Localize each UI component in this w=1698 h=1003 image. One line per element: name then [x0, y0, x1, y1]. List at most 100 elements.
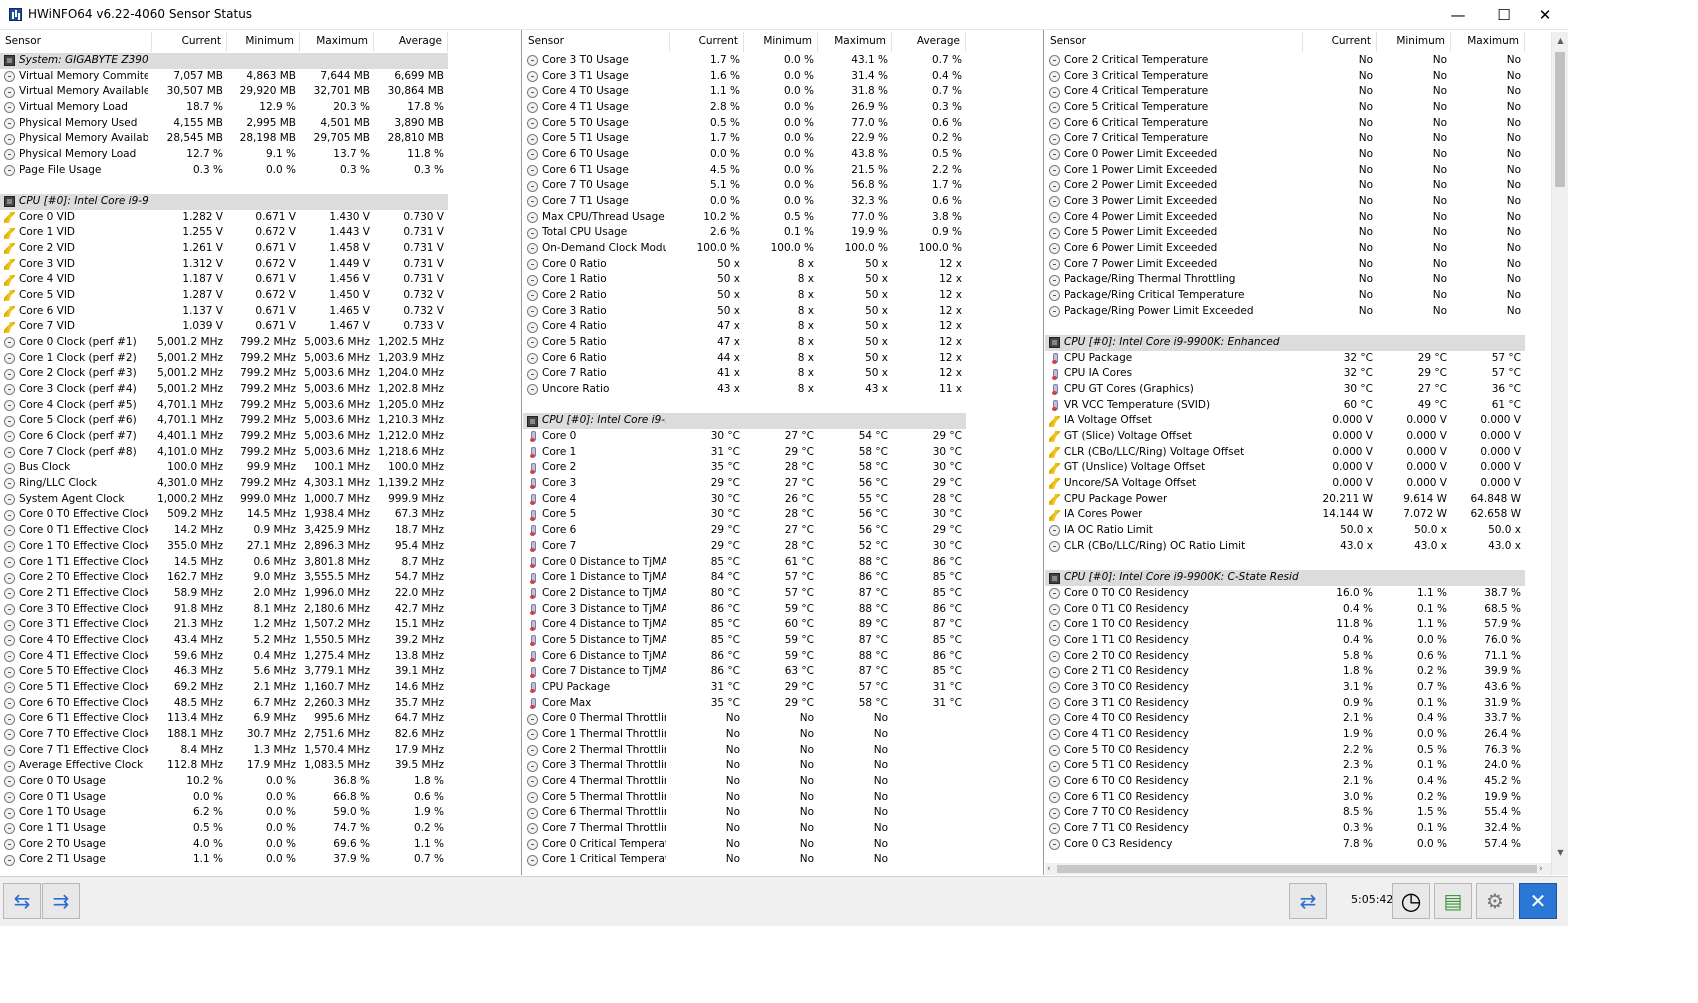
sensor-row[interactable]: Core 0 Thermal Throttling No No No — [523, 711, 1043, 727]
sensor-row[interactable]: Core 4 T0 C0 Residency 2.1 % 0.4 % 33.7 % — [1045, 711, 1568, 727]
column-minimum[interactable]: Minimum — [1377, 32, 1451, 52]
sensor-row[interactable]: Core 0 C3 Residency 7.8 % 0.0 % 57.4 % — [1045, 837, 1568, 853]
sensor-group-header[interactable]: CPU [#0]: Intel Core i9-9... — [0, 194, 521, 210]
sensor-row[interactable]: Core 3 T1 C0 Residency 0.9 % 0.1 % 31.9 % — [1045, 696, 1568, 712]
sensor-row[interactable]: Core 0 T0 Effective Clock 509.2 MHz 14.5 M… — [0, 507, 521, 523]
column-sensor[interactable]: Sensor — [1045, 32, 1303, 52]
sensor-group-header[interactable]: System: GIGABYTE Z390 ... — [0, 53, 521, 69]
sensor-row[interactable]: Core 4 Critical Temperature No No No — [1045, 84, 1568, 100]
column-current[interactable]: Current — [670, 32, 744, 52]
sensor-row[interactable]: Core 2 T0 Effective Clock 162.7 MHz 9.0 MH… — [0, 570, 521, 586]
sensor-row[interactable]: Core 6 29 °C 27 °C 56 °C 29 °C — [523, 523, 1043, 539]
scroll-left-arrow-icon[interactable]: ‹ — [1047, 863, 1051, 875]
sensor-row[interactable]: Core 4 T1 C0 Residency 1.9 % 0.0 % 26.4 % — [1045, 727, 1568, 743]
maximize-button[interactable]: ☐ — [1481, 0, 1527, 30]
sensor-row[interactable]: Core 4 T1 Usage 2.8 % 0.0 % 26.9 % 0.3 % — [523, 100, 1043, 116]
previous-page-button[interactable]: ⇆ — [3, 883, 41, 919]
sensor-row[interactable]: VR VCC Temperature (SVID) 60 °C 49 °C 61 °C — [1045, 398, 1568, 414]
sensor-row[interactable]: Core 4 T1 Effective Clock 59.6 MHz 0.4 MHz… — [0, 649, 521, 665]
sensor-row[interactable]: Core 7 T0 Usage 5.1 % 0.0 % 56.8 % 1.7 % — [523, 178, 1043, 194]
sensor-row[interactable]: Core 4 VID 1.187 V 0.671 V 1.456 V 0.731 V — [0, 272, 521, 288]
sensor-row[interactable]: Core 5 Distance to TjMAX 85 °C 59 °C 87 °C 8… — [523, 633, 1043, 649]
sensor-row[interactable]: Core 3 T1 Effective Clock 21.3 MHz 1.2 MHz… — [0, 617, 521, 633]
sensor-row[interactable]: Core 6 Distance to TjMAX 86 °C 59 °C 88 °C 8… — [523, 649, 1043, 665]
sensor-row[interactable]: Core 5 T1 C0 Residency 2.3 % 0.1 % 24.0 % — [1045, 758, 1568, 774]
sensor-row[interactable]: Core 7 VID 1.039 V 0.671 V 1.467 V 0.733 V — [0, 319, 521, 335]
sensor-row[interactable]: Core 4 30 °C 26 °C 55 °C 28 °C — [523, 492, 1043, 508]
sensor-group-header[interactable]: CPU [#0]: Intel Core i9-9900K: Enhanced — [1045, 335, 1568, 351]
sensor-row[interactable]: Core 1 31 °C 29 °C 58 °C 30 °C — [523, 445, 1043, 461]
sensor-row[interactable]: Core 0 Ratio 50 x 8 x 50 x 12 x — [523, 257, 1043, 273]
sensor-row[interactable]: Page File Usage 0.3 % 0.0 % 0.3 % 0.3 % — [0, 163, 521, 179]
sensor-row[interactable]: Core 3 T1 Usage 1.6 % 0.0 % 31.4 % 0.4 % — [523, 69, 1043, 85]
horizontal-scrollbar[interactable]: ‹ › — [1045, 863, 1551, 875]
sensor-row[interactable]: Core 6 Power Limit Exceeded No No No — [1045, 241, 1568, 257]
sensor-row[interactable]: Core 6 T0 Usage 0.0 % 0.0 % 43.8 % 0.5 % — [523, 147, 1043, 163]
sensor-row[interactable]: Core 7 Ratio 41 x 8 x 50 x 12 x — [523, 366, 1043, 382]
sensor-row[interactable]: Core 3 Clock (perf #4) 5,001.2 MHz 799.2 M… — [0, 382, 521, 398]
sensor-group-header[interactable]: CPU [#0]: Intel Core i9-9900K: C-State R… — [1045, 570, 1568, 586]
sensor-row[interactable]: Core 1 T0 Usage 6.2 % 0.0 % 59.0 % 1.9 % — [0, 805, 521, 821]
sensor-row[interactable]: Core 0 T1 C0 Residency 0.4 % 0.1 % 68.5 % — [1045, 602, 1568, 618]
column-current[interactable]: Current — [152, 32, 227, 52]
column-minimum[interactable]: Minimum — [227, 32, 300, 52]
sensor-row[interactable]: Core 0 T1 Effective Clock 14.2 MHz 0.9 MHz… — [0, 523, 521, 539]
sensor-row[interactable]: Uncore Ratio 43 x 8 x 43 x 11 x — [523, 382, 1043, 398]
sensor-row[interactable]: Core 2 35 °C 28 °C 58 °C 30 °C — [523, 460, 1043, 476]
sensor-row[interactable]: Core 5 Clock (perf #6) 4,701.1 MHz 799.2 M… — [0, 413, 521, 429]
sensor-row[interactable]: Core 5 T0 Effective Clock 46.3 MHz 5.6 MHz… — [0, 664, 521, 680]
sensor-row[interactable]: IA OC Ratio Limit 50.0 x 50.0 x 50.0 x — [1045, 523, 1568, 539]
sensor-row[interactable]: On-Demand Clock Modula... 100.0 % 100.0 % 1… — [523, 241, 1043, 257]
sensor-row[interactable]: Core 5 Power Limit Exceeded No No No — [1045, 225, 1568, 241]
sensor-row[interactable]: Virtual Memory Load 18.7 % 12.9 % 20.3 % 17.… — [0, 100, 521, 116]
sensor-row[interactable]: IA Voltage Offset 0.000 V 0.000 V 0.000 V — [1045, 413, 1568, 429]
sensor-row[interactable]: Core 6 Thermal Throttling No No No — [523, 805, 1043, 821]
sensor-row[interactable]: Core 6 T0 C0 Residency 2.1 % 0.4 % 45.2 % — [1045, 774, 1568, 790]
sensor-row[interactable]: Core 0 Power Limit Exceeded No No No — [1045, 147, 1568, 163]
sensor-row[interactable]: Core 7 T1 C0 Residency 0.3 % 0.1 % 32.4 % — [1045, 821, 1568, 837]
sensor-row[interactable]: Core 4 Power Limit Exceeded No No No — [1045, 210, 1568, 226]
column-minimum[interactable]: Minimum — [744, 32, 818, 52]
sensor-row[interactable]: Core 6 T1 C0 Residency 3.0 % 0.2 % 19.9 % — [1045, 790, 1568, 806]
sensor-row[interactable]: Core 2 T1 C0 Residency 1.8 % 0.2 % 39.9 % — [1045, 664, 1568, 680]
sensor-row[interactable]: Core 7 Power Limit Exceeded No No No — [1045, 257, 1568, 273]
sensor-row[interactable]: Core 0 30 °C 27 °C 54 °C 29 °C — [523, 429, 1043, 445]
sensor-row[interactable]: Core 2 Critical Temperature No No No — [1045, 53, 1568, 69]
sensor-row[interactable]: Core 3 Power Limit Exceeded No No No — [1045, 194, 1568, 210]
sensor-row[interactable]: Core 4 Clock (perf #5) 4,701.1 MHz 799.2 M… — [0, 398, 521, 414]
settings-button[interactable]: ⚙ — [1476, 883, 1514, 919]
sensor-row[interactable]: Core 0 T0 Usage 10.2 % 0.0 % 36.8 % 1.8 % — [0, 774, 521, 790]
sensor-row[interactable]: Core 6 T0 Effective Clock 48.5 MHz 6.7 MHz… — [0, 696, 521, 712]
column-maximum[interactable]: Maximum — [818, 32, 892, 52]
sensor-row[interactable]: Core 5 30 °C 28 °C 56 °C 30 °C — [523, 507, 1043, 523]
logging-button[interactable]: ▤ — [1434, 883, 1472, 919]
sensor-row[interactable]: Total CPU Usage 2.6 % 0.1 % 19.9 % 0.9 % — [523, 225, 1043, 241]
sensor-row[interactable]: Core 3 T0 C0 Residency 3.1 % 0.7 % 43.6 % — [1045, 680, 1568, 696]
sensor-row[interactable]: Core 6 Clock (perf #7) 4,401.1 MHz 799.2 M… — [0, 429, 521, 445]
sensor-row[interactable]: Virtual Memory Available 30,507 MB 29,920 … — [0, 84, 521, 100]
sensor-row[interactable]: Core 7 29 °C 28 °C 52 °C 30 °C — [523, 539, 1043, 555]
sensor-row[interactable]: Core 7 T0 C0 Residency 8.5 % 1.5 % 55.4 % — [1045, 805, 1568, 821]
sensor-row[interactable]: Core 3 29 °C 27 °C 56 °C 29 °C — [523, 476, 1043, 492]
sensor-row[interactable]: Core 2 Power Limit Exceeded No No No — [1045, 178, 1568, 194]
sensor-row[interactable]: Core 3 Distance to TjMAX 86 °C 59 °C 88 °C 8… — [523, 602, 1043, 618]
sensor-row[interactable]: Core 7 Distance to TjMAX 86 °C 63 °C 87 °C 8… — [523, 664, 1043, 680]
sensor-row[interactable]: Core 1 T0 Effective Clock 355.0 MHz 27.1 M… — [0, 539, 521, 555]
next-page-button[interactable]: ⇉ — [42, 883, 80, 919]
sensor-row[interactable]: Core 5 Critical Temperature No No No — [1045, 100, 1568, 116]
sensor-row[interactable]: Virtual Memory Commited 7,057 MB 4,863 MB 7… — [0, 69, 521, 85]
sensor-row[interactable]: Core 1 T1 Effective Clock 14.5 MHz 0.6 MHz… — [0, 555, 521, 571]
column-maximum[interactable]: Maximum — [1451, 32, 1525, 52]
sensor-row[interactable]: Core 7 T0 Effective Clock 188.1 MHz 30.7 M… — [0, 727, 521, 743]
sensor-row[interactable]: CPU Package Power 20.211 W 9.614 W 64.848 W — [1045, 492, 1568, 508]
sensor-row[interactable]: Core 5 T1 Effective Clock 69.2 MHz 2.1 MHz… — [0, 680, 521, 696]
sensor-row[interactable]: Core Max 35 °C 29 °C 58 °C 31 °C — [523, 696, 1043, 712]
sensor-row[interactable]: Core 3 T0 Usage 1.7 % 0.0 % 43.1 % 0.7 % — [523, 53, 1043, 69]
sensor-row[interactable]: Core 0 T0 C0 Residency 16.0 % 1.1 % 38.7 % — [1045, 586, 1568, 602]
sensor-row[interactable]: Core 6 Critical Temperature No No No — [1045, 116, 1568, 132]
sensor-panel-2[interactable]: Sensor Current Minimum Maximum Average C… — [523, 30, 1044, 875]
sensor-row[interactable]: Core 5 Ratio 47 x 8 x 50 x 12 x — [523, 335, 1043, 351]
scroll-right-arrow-icon[interactable]: › — [1539, 863, 1543, 875]
sensor-row[interactable]: Core 4 Distance to TjMAX 85 °C 60 °C 89 °C 8… — [523, 617, 1043, 633]
sensor-row[interactable]: Core 5 T0 C0 Residency 2.2 % 0.5 % 76.3 % — [1045, 743, 1568, 759]
